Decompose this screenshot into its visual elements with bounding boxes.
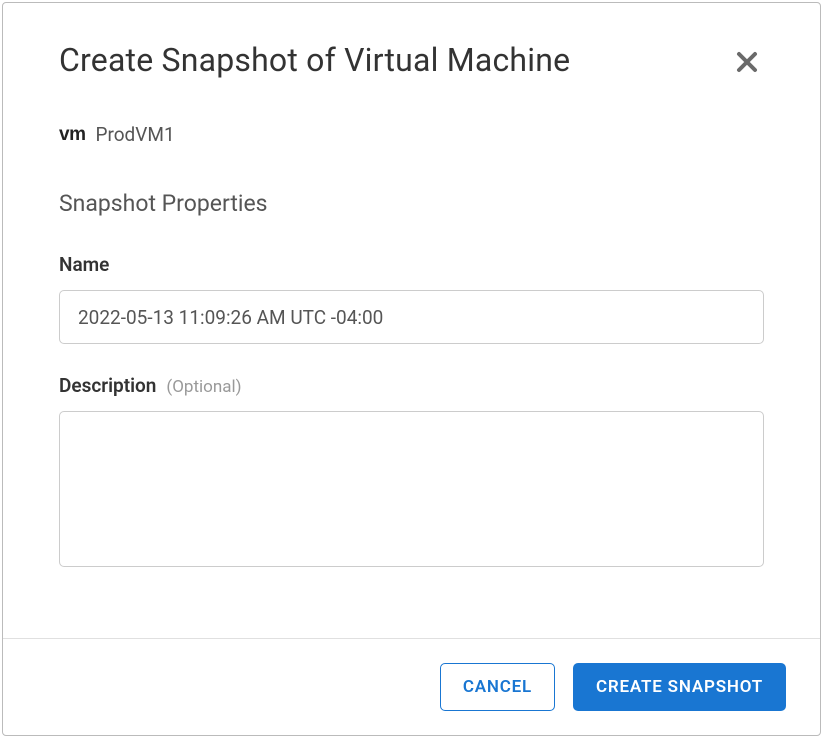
optional-hint: (Optional) bbox=[166, 377, 241, 397]
name-label: Name bbox=[59, 253, 109, 276]
description-input[interactable] bbox=[59, 411, 764, 567]
name-field-group: Name bbox=[59, 253, 764, 344]
dialog-title: Create Snapshot of Virtual Machine bbox=[59, 41, 570, 79]
dialog-footer: CANCEL CREATE SNAPSHOT bbox=[3, 638, 820, 735]
name-label-row: Name bbox=[59, 253, 764, 276]
vm-icon: vm bbox=[59, 124, 85, 146]
vm-name: ProdVM1 bbox=[95, 123, 174, 146]
create-snapshot-button[interactable]: CREATE SNAPSHOT bbox=[573, 663, 786, 711]
name-input[interactable] bbox=[59, 290, 764, 344]
description-label-row: Description (Optional) bbox=[59, 374, 764, 397]
close-icon bbox=[736, 51, 758, 73]
dialog-header: Create Snapshot of Virtual Machine bbox=[59, 41, 764, 79]
cancel-button[interactable]: CANCEL bbox=[440, 663, 555, 711]
create-snapshot-dialog: Create Snapshot of Virtual Machine vm Pr… bbox=[2, 2, 821, 736]
close-button[interactable] bbox=[730, 45, 764, 79]
description-label: Description bbox=[59, 374, 156, 397]
section-heading: Snapshot Properties bbox=[59, 190, 764, 217]
dialog-body: Create Snapshot of Virtual Machine vm Pr… bbox=[3, 3, 820, 638]
description-field-group: Description (Optional) bbox=[59, 374, 764, 571]
vm-identifier-row: vm ProdVM1 bbox=[59, 123, 764, 146]
